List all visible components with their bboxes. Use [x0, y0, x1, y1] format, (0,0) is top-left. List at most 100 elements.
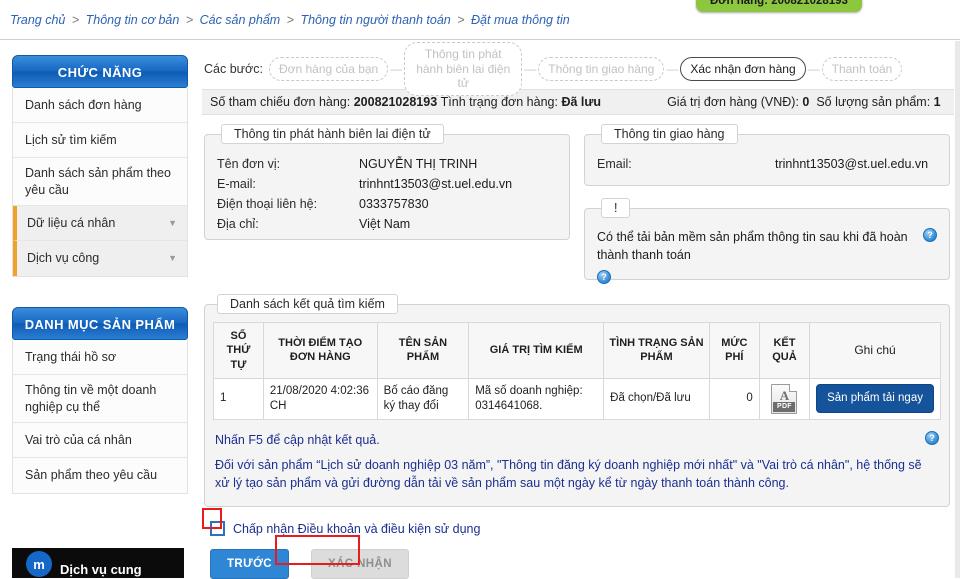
pdf-icon-label: PDF	[773, 401, 796, 412]
issuer-value: trinhnt13503@st.uel.edu.vn	[359, 177, 513, 191]
scroll-gutter	[955, 41, 960, 578]
sidebar-item-label: Lịch sử tìm kiếm	[25, 132, 117, 147]
delivery-row: Email: trinhnt13503@st.uel.edu.vn	[597, 154, 937, 174]
sidebar-menu-catalog: Trạng thái hồ sơ Thông tin về một doanh n…	[12, 340, 188, 494]
order-ref-value: 200821028193	[353, 95, 438, 109]
breadcrumb-separator: >	[283, 12, 298, 27]
terms-label[interactable]: Chấp nhận Điều khoản và điều kiện sử dụn…	[233, 522, 480, 536]
sidebar-panel-catalog: DANH MỤC SẢN PHẨM Trạng thái hồ sơ Thông …	[12, 307, 188, 494]
pdf-icon[interactable]: A PDF	[771, 383, 798, 414]
steps-label: Các bước:	[204, 62, 263, 76]
breadcrumb-item-2[interactable]: Thông tin cơ bản	[86, 13, 180, 27]
results-fieldset: Danh sách kết quả tìm kiếm SỐ THỨ TỰ THỜI…	[204, 294, 950, 508]
sidebar-item[interactable]: Vai trò của cá nhân	[13, 423, 187, 458]
sidebar-panel-functions: CHỨC NĂNG Danh sách đơn hàng Lịch sử tìm …	[12, 55, 188, 277]
delivery-fieldset: Thông tin giao hàng Email: trinhnt13503@s…	[584, 124, 950, 186]
sidebar-panel-catalog-title: DANH MỤC SẢN PHẨM	[12, 307, 188, 340]
help-icon[interactable]: ?	[925, 430, 939, 445]
breadcrumb-item-1[interactable]: Trang chủ	[10, 13, 65, 27]
download-product-button[interactable]: Sản phẩm tải ngay	[816, 384, 934, 414]
help-icon[interactable]: ?	[597, 270, 611, 285]
table-row: 1 21/08/2020 4:02:36 CH Bố cáo đăng ký tha…	[213, 377, 941, 420]
notice-help-row: ?	[597, 264, 937, 285]
cell-result: A PDF	[758, 377, 811, 420]
step-3[interactable]: Thông tin giao hàng	[538, 56, 665, 82]
results-column-header: KẾT QUẢ	[758, 322, 811, 379]
cell-stt: 1	[213, 377, 264, 420]
breadcrumb-separator: >	[453, 12, 469, 27]
results-column-header: GIÁ TRỊ TÌM KIẾM	[468, 322, 605, 379]
sidebar-item[interactable]: Sản phẩm theo yêu cầu	[13, 458, 187, 493]
sidebar-item[interactable]: Thông tin về một doanh nghiệp cụ thể	[13, 375, 187, 423]
sidebar-item-label: Danh sách sản phẩm theo yêu cầu	[25, 166, 171, 197]
action-buttons: TRƯỚC XÁC NHẬN	[196, 536, 960, 579]
order-qty-label: Số lượng sản phẩm:	[816, 95, 931, 109]
step-5[interactable]: Thanh toán	[821, 56, 903, 82]
issuer-legend: Thông tin phát hành biên lai điện tử	[221, 124, 444, 144]
sidebar-item-label: Vai trò của cá nhân	[25, 432, 132, 447]
issuer-row: Địa chỉ: Việt Nam	[217, 214, 557, 234]
results-column-header: SỐ THỨ TỰ	[213, 322, 264, 379]
chevron-down-icon[interactable]: ▼	[168, 254, 177, 263]
delivery-key: Email:	[597, 157, 632, 171]
sidebar-item-label: Trạng thái hồ sơ	[25, 349, 117, 364]
issuer-row: E-mail: trinhnt13503@st.uel.edu.vn	[217, 174, 557, 194]
sidebar-menu-functions: Danh sách đơn hàng Lịch sử tìm kiếm Danh s…	[12, 88, 188, 277]
banner-logo-icon: m	[26, 551, 52, 577]
issuer-row: Điện thoại liên hệ: 0333757830	[217, 194, 557, 214]
chevron-down-icon[interactable]: ▼	[168, 218, 177, 228]
issuer-value: NGUYỄN THỊ TRINH	[359, 157, 478, 171]
step-connector: —	[524, 62, 537, 76]
breadcrumb-item-5[interactable]: Đặt mua thông tin	[471, 13, 570, 27]
terms-row: Chấp nhận Điều khoản và điều kiện sử dụn…	[196, 507, 960, 537]
order-amount-label: Giá trị đơn hàng (VNĐ):	[667, 95, 799, 109]
sidebar-item[interactable]: Danh sách sản phẩm theo yêu cầu	[13, 158, 187, 206]
results-column-header: TÊN SẢN PHẨM	[376, 322, 470, 379]
sidebar-item[interactable]: Dịch vụ công ▼	[13, 241, 187, 276]
info-column-right: Thông tin giao hàng Email: trinhnt13503@s…	[584, 124, 950, 285]
delivery-rows: Email: trinhnt13503@st.uel.edu.vn	[597, 154, 937, 174]
results-notes: Nhấn F5 để cập nhật kết quả.? Đối với sản…	[213, 420, 941, 496]
terms-checkbox[interactable]	[210, 521, 225, 537]
confirm-button[interactable]: XÁC NHẬN	[311, 549, 409, 579]
issuer-value: 0333757830	[359, 197, 429, 211]
info-column-left: Thông tin phát hành biên lai điện tử Tên…	[204, 124, 570, 280]
delivery-value: trinhnt13503@st.uel.edu.vn	[775, 157, 929, 171]
step-1[interactable]: Đơn hàng của bạn	[268, 56, 389, 82]
note-text: Đối với sản phẩm “Lịch sử doanh nghiệp 0…	[215, 457, 922, 491]
breadcrumb-item-4[interactable]: Thông tin người thanh toán	[300, 13, 450, 27]
note-line: Nhấn F5 để cập nhật kết quả.?	[215, 428, 939, 453]
issuer-key: Điện thoại liên hệ:	[217, 197, 318, 211]
results-body: 1 21/08/2020 4:02:36 CH Bố cáo đăng ký tha…	[213, 377, 941, 420]
promo-banner[interactable]: m Dịch vụ cung	[12, 548, 184, 578]
sidebar-item[interactable]: Danh sách đơn hàng	[13, 88, 187, 123]
results-legend: Danh sách kết quả tìm kiếm	[217, 294, 398, 314]
steps-wizard: Các bước: Đơn hàng của bạn — Thông tin phá…	[196, 41, 960, 96]
cell-search-value: Mã số doanh nghiệp: 0314641068.	[468, 377, 605, 420]
info-columns: Thông tin phát hành biên lai điện tử Tên…	[196, 115, 960, 285]
order-badge: Đơn hàng: 200821028193	[696, 0, 862, 12]
cell-status: Đã chọn/Đã lưu	[603, 377, 710, 420]
order-badge-text: Đơn hàng: 200821028193	[710, 0, 848, 7]
note-line: Đối với sản phẩm “Lịch sử doanh nghiệp 0…	[215, 453, 939, 497]
previous-button[interactable]: TRƯỚC	[210, 549, 289, 579]
notice-legend: !	[601, 198, 631, 218]
step-4[interactable]: Xác nhận đơn hàng	[680, 56, 806, 82]
breadcrumb-item-3[interactable]: Các sản phẩm	[200, 13, 281, 27]
issuer-rows: Tên đơn vị: NGUYỄN THỊ TRINH E-mail: trinhn…	[217, 154, 557, 234]
issuer-value: Việt Nam	[359, 217, 411, 231]
sidebar-item-label: Dữ liệu cá nhân	[27, 215, 116, 230]
step-connector: —	[666, 62, 679, 76]
help-icon[interactable]: ?	[923, 228, 937, 242]
step-2[interactable]: Thông tin phát hành biên lai điện tử	[404, 42, 523, 96]
sidebar-item[interactable]: Dữ liệu cá nhân ▼	[13, 206, 187, 241]
issuer-fieldset: Thông tin phát hành biên lai điện tử Tên…	[204, 124, 570, 240]
results-column-header: TÌNH TRẠNG SẢN PHẨM	[603, 322, 710, 379]
breadcrumb: Trang chủ > Thông tin cơ bản > Các sản p…	[10, 13, 570, 27]
steps-container: Đơn hàng của bạn — Thông tin phát hành biê…	[268, 42, 903, 96]
sidebar-item[interactable]: Lịch sử tìm kiếm	[13, 123, 187, 158]
results-column-header: Ghi chú	[809, 322, 941, 379]
order-amount-value: 0	[802, 95, 810, 109]
cell-fee: 0	[708, 377, 760, 420]
sidebar-item[interactable]: Trạng thái hồ sơ	[13, 340, 187, 375]
